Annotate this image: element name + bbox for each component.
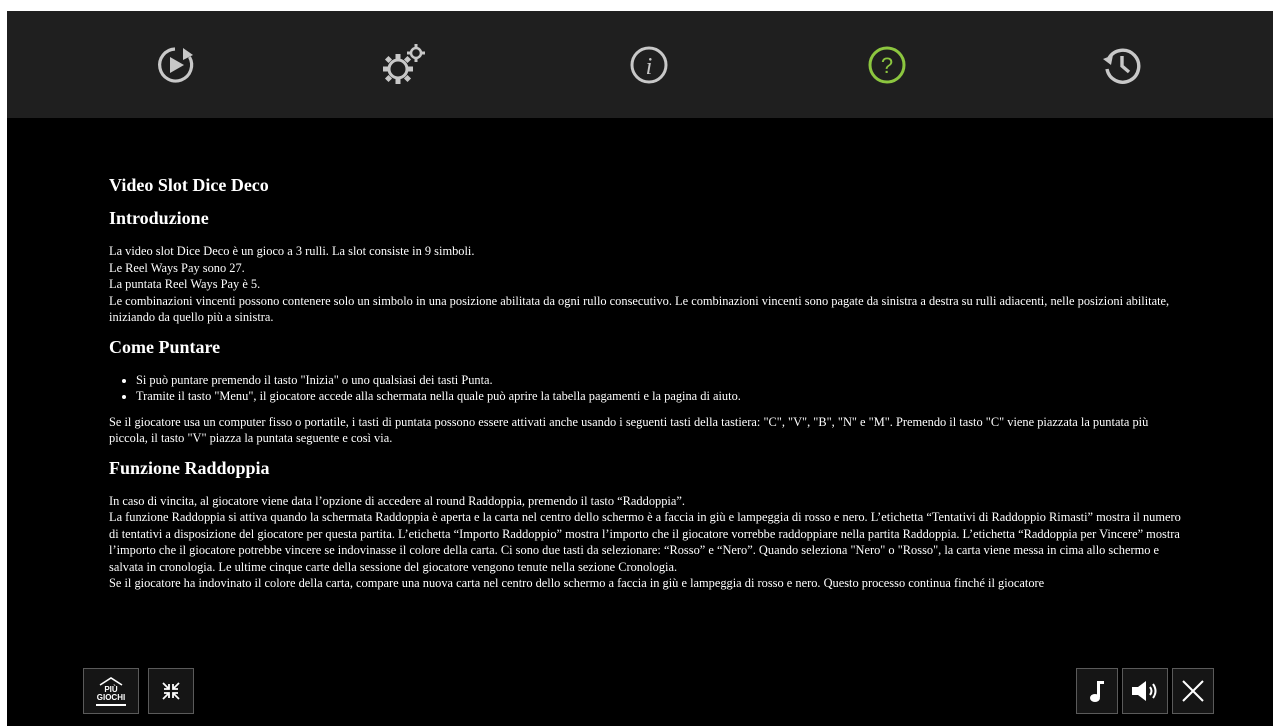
help-content: Video Slot Dice Deco Introduzione La vid… <box>109 174 1189 649</box>
nav-info-button[interactable]: i <box>621 37 677 93</box>
nav-help-button[interactable]: ? <box>859 37 915 93</box>
betting-paragraph: Se il giocatore usa un computer fisso o … <box>109 414 1149 446</box>
top-menu-bar: i ? <box>7 11 1273 118</box>
music-button[interactable] <box>1076 668 1118 714</box>
close-icon <box>1182 680 1204 702</box>
section-heading-double: Funzione Raddoppia <box>109 457 270 478</box>
page-title: Video Slot Dice Deco <box>109 175 269 195</box>
nav-history-button[interactable] <box>1093 37 1149 93</box>
info-icon: i <box>630 46 668 84</box>
betting-list: Si può puntare premendo il tasto "Inizia… <box>109 372 1189 405</box>
minimize-arrows-icon <box>162 682 180 700</box>
underline-divider <box>96 704 126 706</box>
settings-gears-icon <box>383 44 425 84</box>
svg-text:?: ? <box>881 53 893 78</box>
help-question-icon: ? <box>868 46 906 84</box>
section-heading-betting: Come Puntare <box>109 336 221 357</box>
close-button[interactable] <box>1172 668 1214 714</box>
section-heading-intro: Introduzione <box>109 208 209 228</box>
intro-paragraph: La video slot Dice Deco è un gioco a 3 r… <box>109 244 1170 324</box>
nav-settings-button[interactable] <box>376 37 432 93</box>
speaker-icon <box>1132 681 1157 701</box>
sound-button[interactable] <box>1122 668 1168 714</box>
music-note-icon <box>1090 681 1104 702</box>
play-replay-icon <box>158 47 194 83</box>
minimize-button[interactable] <box>148 668 194 714</box>
list-item: Tramite il tasto "Menu", il giocatore ac… <box>136 388 1189 405</box>
more-games-button[interactable]: PIÙ GIOCHI <box>83 668 139 714</box>
history-clock-icon <box>1103 48 1141 84</box>
svg-text:i: i <box>646 54 653 80</box>
game-help-window: i ? Video Slot Dice Deco Introduzione La… <box>7 11 1273 726</box>
list-item: Si può puntare premendo il tasto "Inizia… <box>136 372 1189 389</box>
double-paragraph: In caso di vincita, al giocatore viene d… <box>109 493 1181 591</box>
nav-replay-button[interactable] <box>147 37 203 93</box>
